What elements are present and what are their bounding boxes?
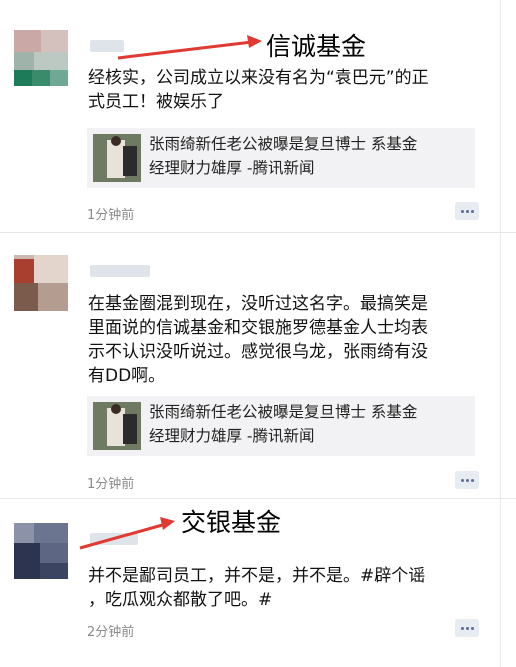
comment-icon[interactable] [455, 471, 479, 489]
username[interactable] [90, 40, 124, 52]
post-time: 2分钟前 [87, 625, 135, 640]
post-time: 1分钟前 [87, 477, 135, 492]
username[interactable] [90, 265, 150, 277]
post-item: 经核实，公司成立以来没有名为“袁巴元”的正 式员工！被娱乐了 张雨绮新任老公被曝… [0, 0, 516, 233]
post-text: 并不是鄙司员工，并不是，并不是。#辟个谣 ，吃瓜观众都散了吧。# [88, 566, 426, 610]
link-card[interactable]: 张雨绮新任老公被曝是复旦博士 系基金 经理财力雄厚 -腾讯新闻 [87, 128, 475, 188]
annotation-label-xincheng: 信诚基金 [266, 32, 367, 61]
post-text: 在基金圈混到现在，没听过这名字。最搞笑是 里面说的信诚基金和交银施罗德基金人士均… [88, 294, 428, 386]
annotation-label-jiaoyin: 交银基金 [181, 508, 282, 537]
link-thumbnail [93, 134, 141, 182]
link-title: 张雨绮新任老公被曝是复旦博士 系基金 经理财力雄厚 -腾讯新闻 [149, 403, 418, 445]
link-thumbnail [93, 402, 141, 450]
comment-icon[interactable] [455, 619, 479, 637]
comment-icon[interactable] [455, 202, 479, 220]
avatar[interactable] [14, 30, 68, 86]
username[interactable] [90, 533, 138, 545]
avatar[interactable] [14, 523, 68, 579]
post-text: 经核实，公司成立以来没有名为“袁巴元”的正 式员工！被娱乐了 [88, 68, 429, 112]
post-item: 在基金圈混到现在，没听过这名字。最搞笑是 里面说的信诚基金和交银施罗德基金人士均… [0, 233, 516, 499]
link-title: 张雨绮新任老公被曝是复旦博士 系基金 经理财力雄厚 -腾讯新闻 [149, 135, 418, 177]
avatar[interactable] [14, 255, 68, 311]
post-time: 1分钟前 [87, 208, 135, 223]
link-card[interactable]: 张雨绮新任老公被曝是复旦博士 系基金 经理财力雄厚 -腾讯新闻 [87, 396, 475, 456]
